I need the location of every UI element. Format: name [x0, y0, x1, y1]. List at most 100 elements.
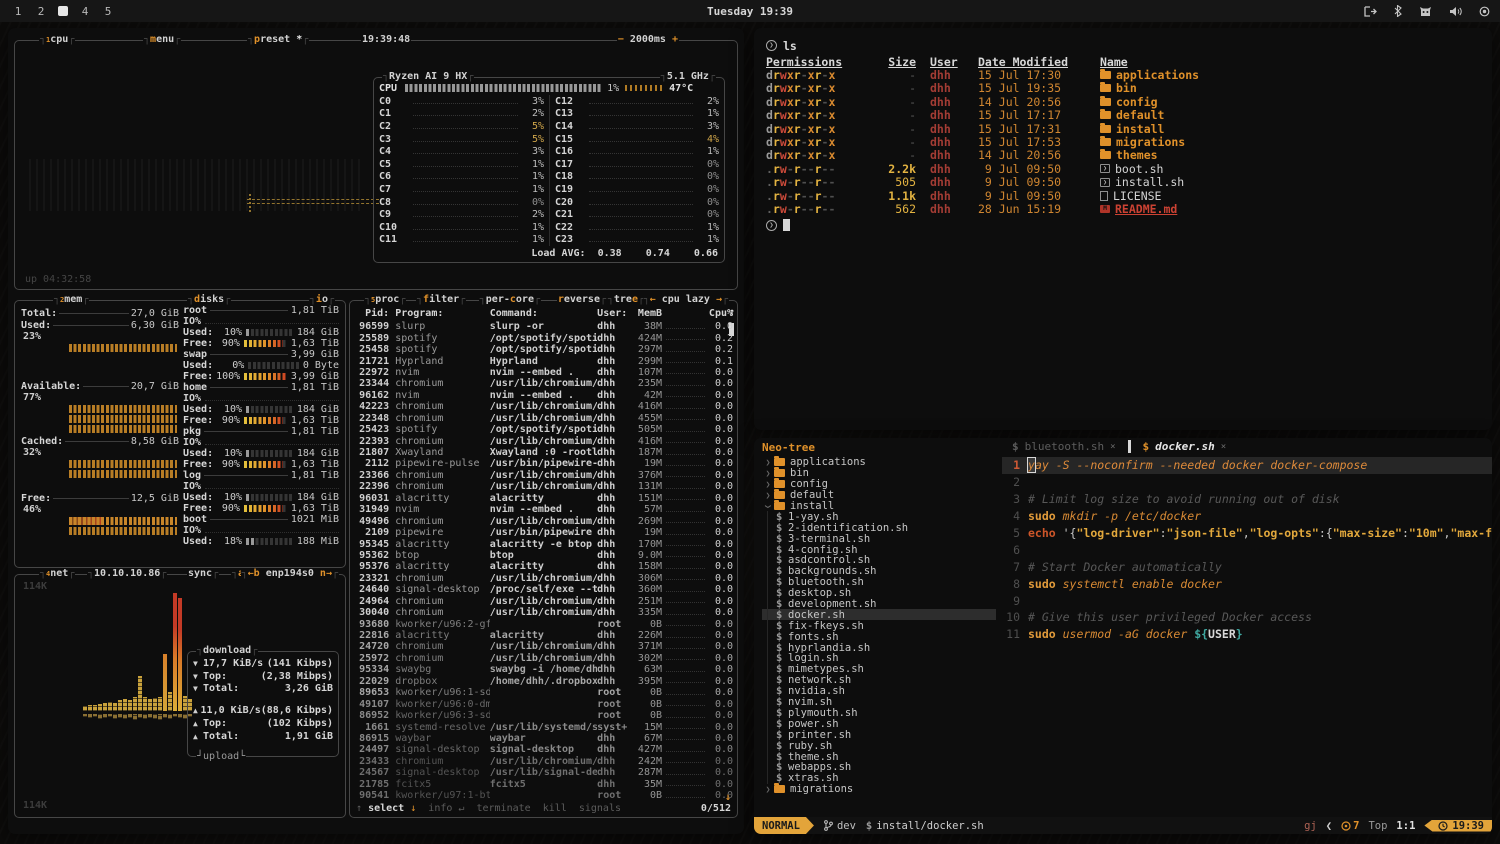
proc-percore-toggle[interactable]: ┐per-core┌: [479, 294, 541, 306]
proc-scroll-down-arrow[interactable]: ↓: [725, 792, 731, 803]
process-row[interactable]: 95345alacrittyalacritty -e btopdhh170M0.…: [354, 538, 733, 549]
tree-item-migrations[interactable]: ❯migrations: [762, 784, 1002, 795]
process-row[interactable]: 21807XwaylandXwayland :0 -rootldhh187M0.…: [354, 447, 733, 458]
proc-select-control[interactable]: ↑ select ↓: [356, 803, 416, 815]
tree-item-webapps.sh[interactable]: $webapps.sh: [762, 762, 1002, 773]
process-row[interactable]: 30040chromium/usr/lib/chromium/dhh335M0.…: [354, 607, 733, 618]
code-line-8[interactable]: 8sudo systemctl enable docker: [1002, 575, 1492, 592]
net-box-title[interactable]: ┐4net┌: [39, 568, 75, 580]
process-row[interactable]: 24567signal-desktop/usr/lib/signal-dedhh…: [354, 767, 733, 778]
tree-item-nvidia.sh[interactable]: $nvidia.sh: [762, 686, 1002, 697]
process-row[interactable]: 22972nvimnvim --embed .dhh107M0.0: [354, 367, 733, 378]
proc-tree-toggle[interactable]: ┐tree┌: [607, 294, 645, 306]
tree-item-backgrounds.sh[interactable]: $backgrounds.sh: [762, 566, 1002, 577]
process-row[interactable]: 22393chromium/usr/lib/chromium/dhh416M0.…: [354, 435, 733, 446]
tab-docker[interactable]: $docker.sh×: [1133, 438, 1237, 455]
process-row[interactable]: 49107kworker/u96:0-dmroot0B0.0: [354, 698, 733, 709]
proc-scroll-up-arrow[interactable]: ↑: [729, 307, 735, 318]
process-row[interactable]: 25458spotify/opt/spotify/spotidhh297M0.2: [354, 344, 733, 355]
tree-item-install[interactable]: ❯install: [762, 501, 1002, 512]
process-row[interactable]: 21721HyprlandHyprlanddhh299M0.1: [354, 355, 733, 366]
tree-item-power.sh[interactable]: $power.sh: [762, 718, 1002, 729]
tree-item-login.sh[interactable]: $login.sh: [762, 653, 1002, 664]
process-row[interactable]: 95334swaybgswaybg -i /home/dhdhh63M0.0: [354, 664, 733, 675]
tree-item-default[interactable]: ❯default: [762, 490, 1002, 501]
proc-reverse-toggle[interactable]: reverse┌: [557, 294, 607, 306]
process-row[interactable]: 96599slurpslurp -ordhh38M0.0: [354, 321, 733, 332]
process-row[interactable]: 49496chromium/usr/lib/chromium/dhh269M0.…: [354, 515, 733, 526]
process-row[interactable]: 25972chromium/usr/lib/chromium/dhh302M0.…: [354, 653, 733, 664]
process-row[interactable]: 25589spotify/opt/spotify/spotidhh424M0.2: [354, 332, 733, 343]
code-line-10[interactable]: 10# Give this user privileged Docker acc…: [1002, 609, 1492, 626]
tree-item-bluetooth.sh[interactable]: $bluetooth.sh: [762, 577, 1002, 588]
process-row[interactable]: 90541kworker/u97:1-btroot0B0.0: [354, 790, 733, 801]
proc-filter-button[interactable]: ┐filter┌: [416, 294, 466, 306]
net-interface[interactable]: ┐←b enp194s0 n→┌: [241, 568, 339, 580]
process-row[interactable]: 24640signal-desktop/proc/self/exe --tdhh…: [354, 584, 733, 595]
code-line-11[interactable]: 11sudo usermod -aG docker ${USER}: [1002, 626, 1492, 643]
tree-item-plymouth.sh[interactable]: $plymouth.sh: [762, 707, 1002, 718]
logout-icon[interactable]: [1364, 6, 1377, 17]
process-row[interactable]: 96162nvimnvim --embed .dhh42M0.0: [354, 390, 733, 401]
tree-item-1-yay.sh[interactable]: $1-yay.sh: [762, 511, 1002, 522]
tree-item-desktop.sh[interactable]: $desktop.sh: [762, 588, 1002, 599]
tree-item-2-identification.sh[interactable]: $2-identification.sh: [762, 522, 1002, 533]
cpu-box-title[interactable]: ┐1cpu┌: [39, 34, 75, 46]
net-sync-toggle[interactable]: sync┌: [187, 568, 219, 580]
proc-info-control[interactable]: info ↵: [416, 803, 464, 815]
tree-item-nvim.sh[interactable]: $nvim.sh: [762, 697, 1002, 708]
proc-signals-control[interactable]: signals: [567, 803, 621, 815]
process-row[interactable]: 22816alacrittyalacrittydhh226M0.0: [354, 630, 733, 641]
tree-item-printer.sh[interactable]: $printer.sh: [762, 729, 1002, 740]
process-row[interactable]: 23321chromium/usr/lib/chromium/dhh306M0.…: [354, 573, 733, 584]
mem-box-title[interactable]: ┐2mem┌: [53, 294, 89, 306]
process-row[interactable]: 24497signal-desktopsignal-desktopdhh427M…: [354, 744, 733, 755]
process-row[interactable]: 22348chromium/usr/lib/chromium/dhh455M0.…: [354, 413, 733, 424]
code-line-1[interactable]: 1yay -S --noconfirm --needed docker dock…: [1002, 457, 1492, 474]
update-interval[interactable]: − 2000ms +: [617, 34, 679, 46]
process-row[interactable]: 93680kworker/u96:2-gfroot0B0.0: [354, 618, 733, 629]
record-icon[interactable]: [1479, 6, 1490, 17]
tree-item-fonts.sh[interactable]: $fonts.sh: [762, 631, 1002, 642]
code-line-2[interactable]: 2: [1002, 474, 1492, 491]
bluetooth-icon[interactable]: [1394, 5, 1402, 17]
tree-item-hyprlandia.sh[interactable]: $hyprlandia.sh: [762, 642, 1002, 653]
tree-item-config[interactable]: ❯config: [762, 479, 1002, 490]
proc-kill-control[interactable]: kill: [531, 803, 567, 815]
preset-button[interactable]: ┐preset *┌: [247, 34, 309, 46]
tree-item-4-config.sh[interactable]: $4-config.sh: [762, 544, 1002, 555]
process-row[interactable]: 95362btopbtopdhh9.0M0.0: [354, 550, 733, 561]
tab-bluetooth[interactable]: $bluetooth.sh×: [1002, 438, 1126, 455]
proc-sort-selector[interactable]: ┐← cpu lazy →┌: [643, 294, 729, 306]
process-row[interactable]: 89653kworker/u96:1-sdroot0B0.0: [354, 687, 733, 698]
code-line-7[interactable]: 7# Start Docker automatically: [1002, 558, 1492, 575]
menu-button[interactable]: ┐menu┌: [143, 34, 181, 46]
process-row[interactable]: 31949nvimnvim --embed .dhh57M0.0: [354, 504, 733, 515]
process-row[interactable]: 86915waybarwaybardhh67M0.0: [354, 733, 733, 744]
close-icon[interactable]: ×: [1221, 442, 1226, 452]
process-row[interactable]: 96031alacrittyalacrittydhh151M0.0: [354, 493, 733, 504]
tree-item-development.sh[interactable]: $development.sh: [762, 599, 1002, 610]
code-line-6[interactable]: 6: [1002, 541, 1492, 558]
code-line-3[interactable]: 3# Limit log size to avoid running out o…: [1002, 491, 1492, 508]
tree-item-3-terminal.sh[interactable]: $3-terminal.sh: [762, 533, 1002, 544]
code-line-9[interactable]: 9: [1002, 592, 1492, 609]
process-row[interactable]: 2109pipewire/usr/bin/pipewiredhh19M0.0: [354, 527, 733, 538]
tree-item-theme.sh[interactable]: $theme.sh: [762, 751, 1002, 762]
process-row[interactable]: 22029dropbox/home/dhh/.dropboxdhh395M0.0: [354, 676, 733, 687]
code-line-5[interactable]: 5echo '{"log-driver":"json-file","log-op…: [1002, 525, 1492, 542]
process-row[interactable]: 1661systemd-resolve/usr/lib/systemd/ssys…: [354, 721, 733, 732]
process-row[interactable]: 25423spotify/opt/spotify/spotidhh505M0.0: [354, 424, 733, 435]
proc-terminate-control[interactable]: terminate: [464, 803, 530, 815]
process-row[interactable]: 95376alacrittyalacrittydhh158M0.0: [354, 561, 733, 572]
tree-item-bin[interactable]: ❯bin: [762, 468, 1002, 479]
tree-item-applications[interactable]: ❯applications: [762, 457, 1002, 468]
volume-icon[interactable]: [1449, 6, 1462, 17]
process-row[interactable]: 24964chromium/usr/lib/chromium/dhh251M0.…: [354, 596, 733, 607]
proc-box-title[interactable]: ┐5proc┌: [364, 294, 406, 306]
app-cat-icon[interactable]: [1419, 6, 1432, 17]
tree-item-xtras.sh[interactable]: $xtras.sh: [762, 773, 1002, 784]
process-row[interactable]: 21785fcitx5fcitx5dhh35M0.0: [354, 779, 733, 790]
process-row[interactable]: 23433chromium/usr/lib/chromium/dhh242M0.…: [354, 756, 733, 767]
code-line-4[interactable]: 4sudo mkdir -p /etc/docker: [1002, 508, 1492, 525]
